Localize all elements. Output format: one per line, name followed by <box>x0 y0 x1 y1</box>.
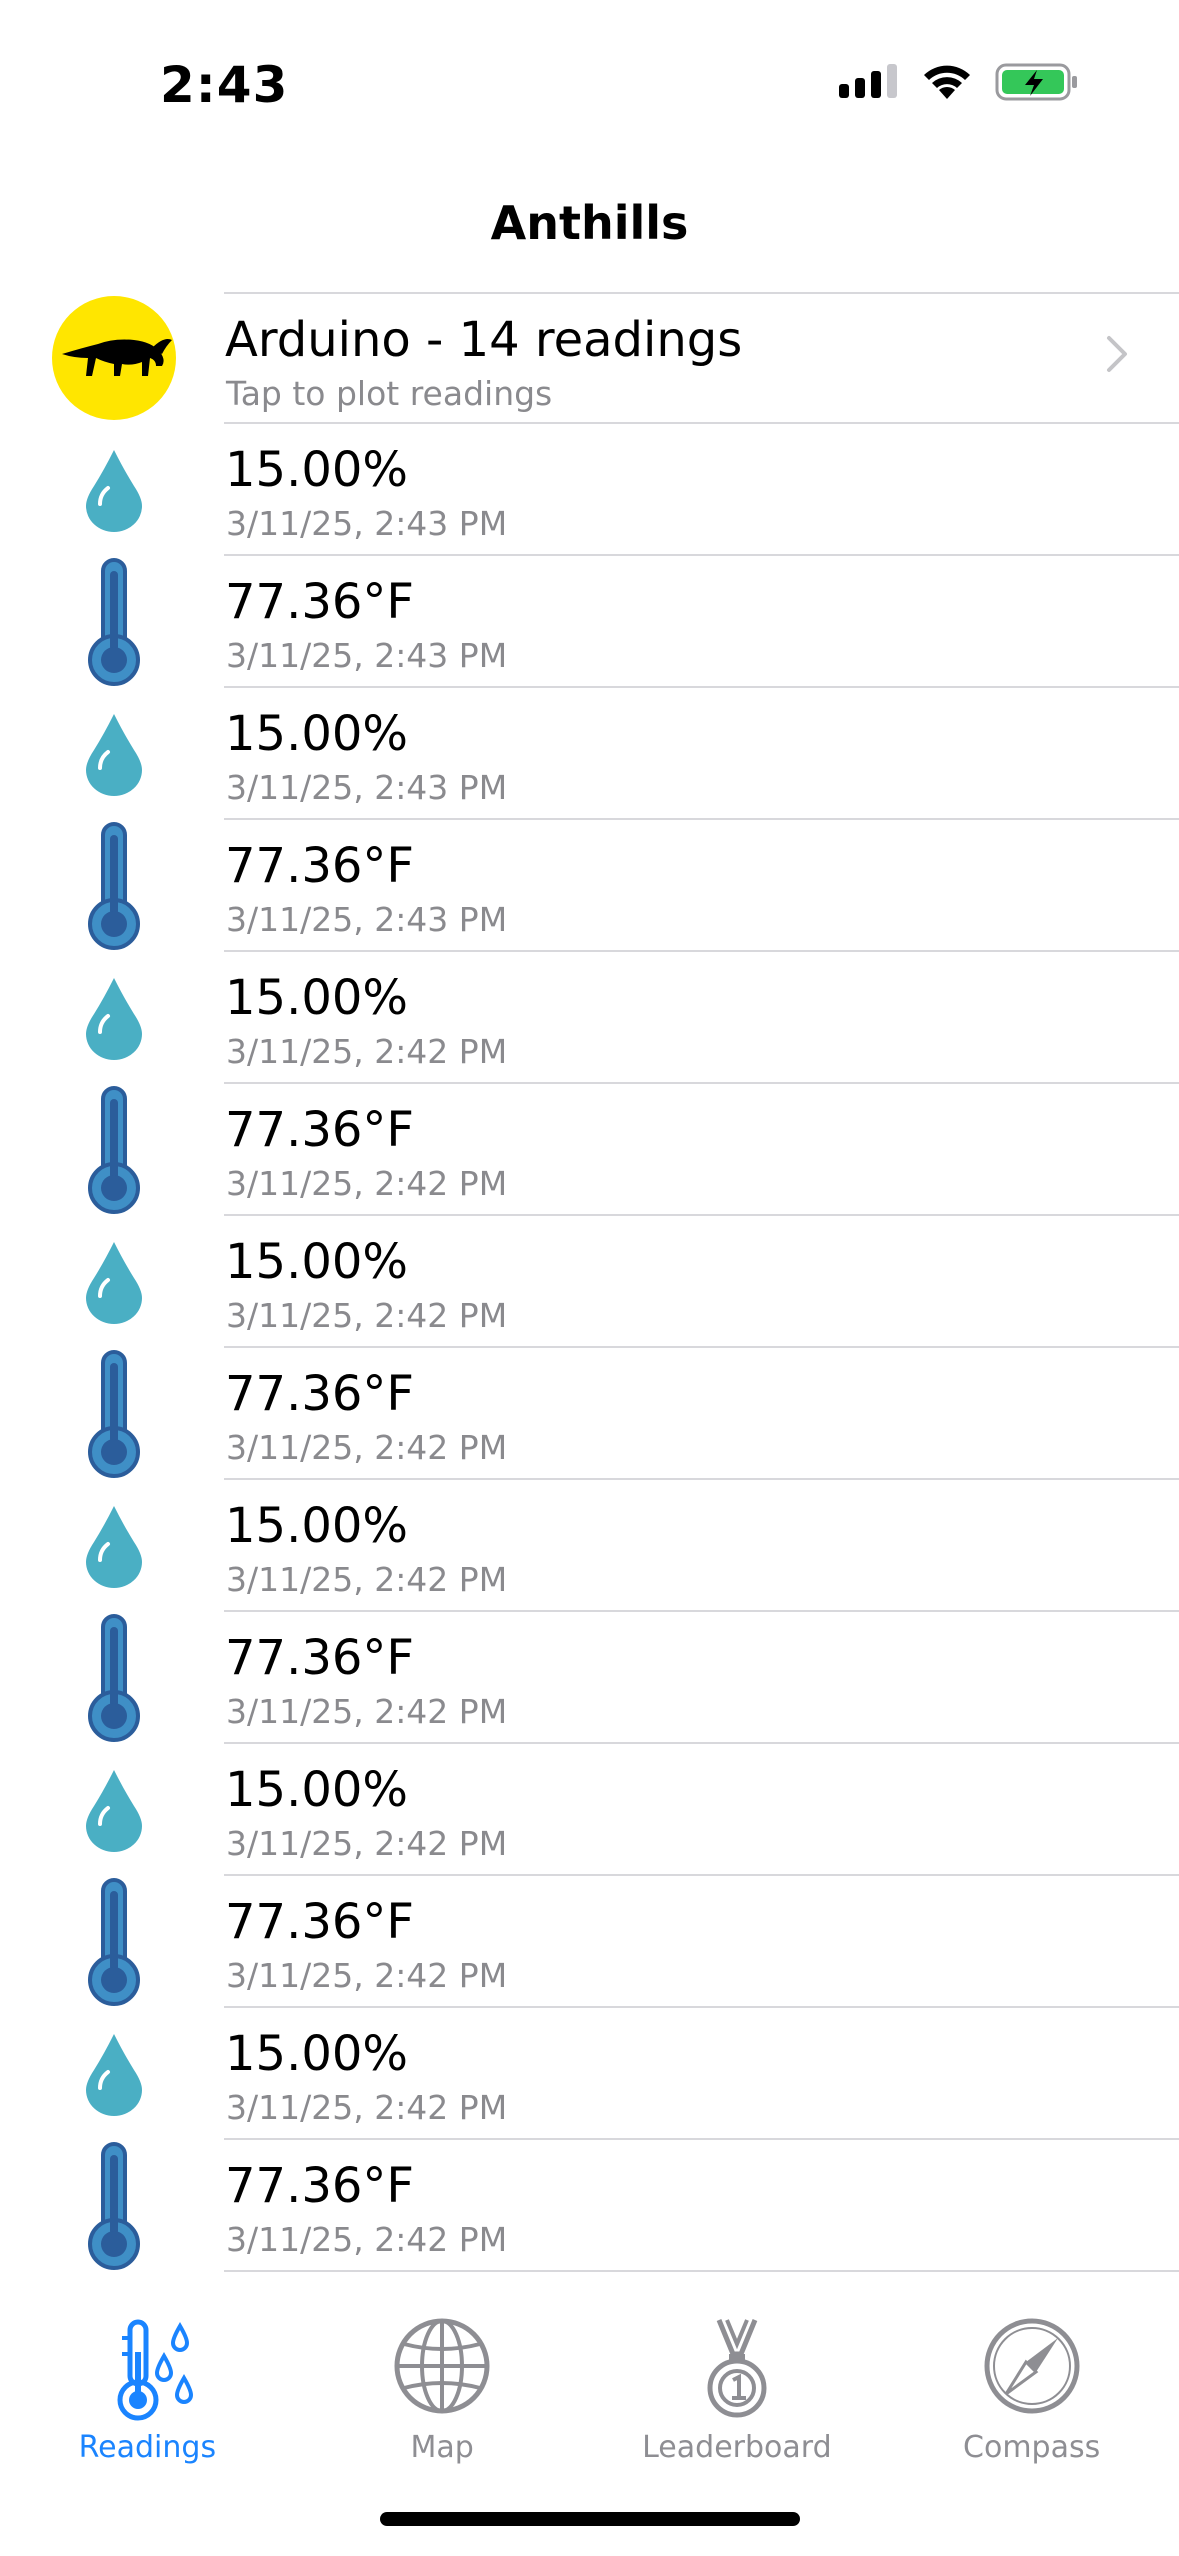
reading-value: 15.00% <box>225 1234 409 1290</box>
humidity-drop-icon <box>46 1744 182 1876</box>
reading-value: 77.36°F <box>225 838 415 894</box>
reading-timestamp: 3/11/25, 2:42 PM <box>226 2220 508 2259</box>
reading-timestamp: 3/11/25, 2:43 PM <box>226 768 508 807</box>
humidity-drop-icon <box>46 688 182 820</box>
compass-icon <box>884 2316 1179 2426</box>
reading-row[interactable]: 15.00% 3/11/25, 2:42 PM <box>0 952 1179 1084</box>
reading-timestamp: 3/11/25, 2:42 PM <box>226 1956 508 1995</box>
device-subtitle: Tap to plot readings <box>226 374 553 413</box>
reading-value: 77.36°F <box>225 1630 415 1686</box>
tab-label: Leaderboard <box>642 2430 832 2465</box>
reading-timestamp: 3/11/25, 2:42 PM <box>226 2088 508 2127</box>
humidity-drop-icon <box>46 1216 182 1348</box>
humidity-drop-icon <box>46 952 182 1084</box>
reading-timestamp: 3/11/25, 2:42 PM <box>226 1032 508 1071</box>
device-title: Arduino - 14 readings <box>225 312 743 368</box>
reading-row[interactable]: 15.00% 3/11/25, 2:42 PM <box>0 1744 1179 1876</box>
humidity-drop-icon <box>46 1480 182 1612</box>
tab-label: Map <box>410 2430 474 2465</box>
reading-row[interactable]: 77.36°F 3/11/25, 2:42 PM <box>0 1348 1179 1480</box>
reading-row[interactable]: 15.00% 3/11/25, 2:43 PM <box>0 424 1179 556</box>
reading-value: 15.00% <box>225 2026 409 2082</box>
thermometer-drops-icon <box>0 2316 295 2426</box>
anteater-icon <box>52 296 176 420</box>
thermometer-icon <box>46 820 182 952</box>
status-icons <box>839 62 1079 107</box>
reading-row[interactable]: 77.36°F 3/11/25, 2:42 PM <box>0 1084 1179 1216</box>
device-avatar <box>46 292 182 424</box>
reading-value: 15.00% <box>225 706 409 762</box>
thermometer-icon <box>46 556 182 688</box>
reading-row[interactable]: 15.00% 3/11/25, 2:42 PM <box>0 2008 1179 2140</box>
globe-icon <box>295 2316 590 2426</box>
reading-value: 77.36°F <box>225 1102 415 1158</box>
status-time: 2:43 <box>160 56 289 114</box>
tab-map[interactable]: Map <box>295 2268 590 2468</box>
battery-charging-icon <box>995 62 1079 107</box>
reading-value: 77.36°F <box>225 1894 415 1950</box>
page-title: Anthills <box>490 196 689 250</box>
tab-leaderboard[interactable]: Leaderboard <box>590 2268 885 2468</box>
reading-row[interactable]: 77.36°F 3/11/25, 2:42 PM <box>0 1876 1179 2008</box>
reading-timestamp: 3/11/25, 2:43 PM <box>226 636 508 675</box>
reading-value: 77.36°F <box>225 574 415 630</box>
reading-value: 77.36°F <box>225 2158 415 2214</box>
reading-value: 15.00% <box>225 442 409 498</box>
cellular-signal-icon <box>839 64 899 105</box>
reading-row[interactable]: 77.36°F 3/11/25, 2:43 PM <box>0 820 1179 952</box>
thermometer-icon <box>46 2140 182 2272</box>
thermometer-icon <box>46 1876 182 2008</box>
reading-timestamp: 3/11/25, 2:42 PM <box>226 1428 508 1467</box>
humidity-drop-icon <box>46 424 182 556</box>
thermometer-icon <box>46 1612 182 1744</box>
thermometer-icon <box>46 1348 182 1480</box>
reading-row[interactable]: 77.36°F 3/11/25, 2:42 PM <box>0 2140 1179 2272</box>
reading-row[interactable]: 15.00% 3/11/25, 2:42 PM <box>0 1480 1179 1612</box>
reading-row[interactable]: 77.36°F 3/11/25, 2:43 PM <box>0 556 1179 688</box>
tab-bar: Readings Map Leaderboard Compass <box>0 2268 1179 2468</box>
reading-timestamp: 3/11/25, 2:42 PM <box>226 1164 508 1203</box>
medal-icon <box>590 2316 885 2426</box>
reading-value: 77.36°F <box>225 1366 415 1422</box>
thermometer-icon <box>46 1084 182 1216</box>
tab-compass[interactable]: Compass <box>884 2268 1179 2468</box>
reading-value: 15.00% <box>225 1762 409 1818</box>
tab-readings[interactable]: Readings <box>0 2268 295 2468</box>
screen: 2:43 Anthills Arduino - 14 readings Tap … <box>0 0 1179 2556</box>
reading-row[interactable]: 15.00% 3/11/25, 2:42 PM <box>0 1216 1179 1348</box>
wifi-icon <box>921 63 973 106</box>
reading-timestamp: 3/11/25, 2:43 PM <box>226 900 508 939</box>
humidity-drop-icon <box>46 2008 182 2140</box>
chevron-right-icon <box>1105 334 1129 379</box>
reading-timestamp: 3/11/25, 2:42 PM <box>226 1692 508 1731</box>
status-bar: 2:43 <box>0 0 1179 160</box>
reading-timestamp: 3/11/25, 2:43 PM <box>226 504 508 543</box>
reading-value: 15.00% <box>225 970 409 1026</box>
reading-row[interactable]: 15.00% 3/11/25, 2:43 PM <box>0 688 1179 820</box>
reading-timestamp: 3/11/25, 2:42 PM <box>226 1824 508 1863</box>
device-header-row[interactable]: Arduino - 14 readings Tap to plot readin… <box>0 292 1179 424</box>
tab-label: Compass <box>963 2430 1101 2465</box>
readings-list[interactable]: Arduino - 14 readings Tap to plot readin… <box>0 292 1179 2272</box>
reading-timestamp: 3/11/25, 2:42 PM <box>226 1296 508 1335</box>
reading-value: 15.00% <box>225 1498 409 1554</box>
tab-label: Readings <box>78 2430 217 2465</box>
reading-row[interactable]: 77.36°F 3/11/25, 2:42 PM <box>0 1612 1179 1744</box>
home-indicator[interactable] <box>380 2512 800 2526</box>
reading-timestamp: 3/11/25, 2:42 PM <box>226 1560 508 1599</box>
